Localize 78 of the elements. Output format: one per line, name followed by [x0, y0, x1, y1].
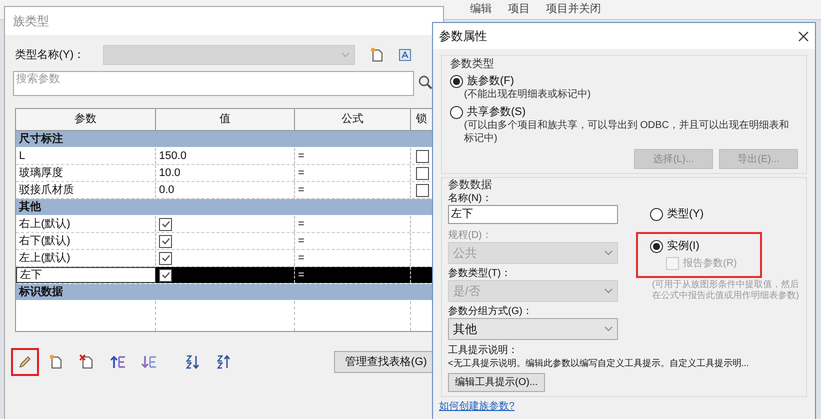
column-header[interactable]: 值 [156, 109, 295, 130]
chevron-down-icon [604, 288, 613, 294]
dropdown[interactable]: 其他 [448, 318, 618, 340]
chevron-down-icon [604, 326, 613, 332]
table-cell: 玻璃厚度 [16, 165, 156, 181]
sort-ascending-icon [184, 354, 200, 370]
radio-button[interactable] [450, 106, 463, 118]
checkbox[interactable] [416, 166, 428, 180]
field-label: 规程(D)： [448, 229, 493, 242]
table-cell: 右下(默认) [16, 233, 156, 249]
radio-label: 共享参数(S) [467, 105, 526, 119]
radio-button[interactable] [450, 74, 463, 88]
field-label: 类型名称(Y)： [15, 48, 86, 63]
toolbar-button[interactable] [11, 348, 39, 376]
search-icon[interactable] [418, 75, 433, 90]
checkbox[interactable] [159, 252, 172, 264]
window-title: 参数属性 [439, 28, 487, 45]
table-cell: L [16, 148, 156, 164]
group-header[interactable]: 标识数据 [16, 284, 435, 301]
field-label: 参数类型(T)： [448, 267, 512, 280]
close-icon[interactable] [798, 30, 809, 42]
new-document-icon [48, 354, 64, 370]
table-cell: 驳接爪材质 [16, 182, 156, 198]
move-up-icon [110, 354, 126, 370]
column-header[interactable]: 参数 [16, 109, 156, 130]
table-cell-text: = [298, 166, 304, 181]
radio-button[interactable] [650, 240, 663, 252]
table-cell-text: 0.0 [159, 182, 174, 198]
tooltip-text: <无工具提示说明。编辑此参数以编写自定义工具提示。自定义工具提示明... [448, 357, 750, 369]
new-document-icon [369, 47, 385, 63]
report-note: (可用于从族图形条件中提取值，然后在公式中报告此值或用作明细表参数) [652, 279, 800, 301]
table-cell-text: = [298, 216, 304, 232]
rename-icon [399, 49, 411, 61]
ribbon-tab[interactable]: 项目 [508, 1, 530, 18]
sort-descending-icon [215, 354, 231, 370]
table-cell: 右上(默认) [16, 216, 156, 232]
table-cell-text: = [298, 268, 304, 283]
table-cell-text: 150.0 [159, 148, 187, 164]
table-cell-text: = [298, 182, 304, 198]
window-title: 族类型 [13, 13, 49, 30]
checkbox[interactable] [159, 234, 172, 248]
field-label: 工具提示说明： [448, 344, 519, 357]
table-cell-text: = [298, 234, 304, 249]
name-field[interactable]: 左下 [448, 205, 618, 224]
ribbon-tab[interactable]: 项目并关闭 [546, 1, 601, 18]
option-note: (不能出现在明细表或标记中) [464, 88, 592, 101]
table-cell-text: = [298, 250, 304, 266]
group-legend: 参数数据 [448, 179, 800, 192]
radio-label: 实例(I) [667, 239, 700, 253]
chevron-down-icon [341, 52, 350, 58]
move-down-icon [141, 354, 157, 370]
chevron-down-icon [604, 250, 613, 256]
column-header[interactable]: 公式 [295, 109, 411, 130]
checkbox[interactable] [416, 150, 428, 162]
ribbon-tab[interactable]: 编辑 [470, 1, 492, 18]
group-header[interactable]: 其他 [16, 199, 435, 216]
table-cell-text: 10.0 [159, 166, 180, 181]
pencil-icon [17, 354, 33, 370]
delete-document-icon [79, 354, 95, 370]
checkbox[interactable] [159, 218, 172, 230]
radio-label: 族参数(F) [467, 74, 514, 88]
group-header[interactable]: 尺寸标注 [16, 131, 435, 148]
checkbox-label: 报告参数(R) [683, 256, 737, 271]
group-legend: 参数类型 [450, 57, 798, 71]
table-cell: 左上(默认) [16, 250, 156, 266]
edit-tooltip-button[interactable]: 编辑工具提示(O)... [448, 373, 545, 392]
help-link[interactable]: 如何创建族参数? [439, 400, 815, 413]
table-cell: 左下 [16, 267, 156, 283]
radio-button[interactable] [650, 208, 663, 220]
table-cell-text: = [298, 148, 304, 164]
checkbox[interactable] [159, 268, 172, 282]
field-label: 参数分组方式(G)： [448, 305, 534, 318]
radio-label: 类型(Y) [667, 207, 704, 221]
checkbox[interactable] [416, 184, 428, 196]
table-row[interactable]: 左下 = [16, 267, 435, 284]
scope-option[interactable]: 类型(Y) [636, 204, 762, 224]
option-note: (可以由多个项目和族共享，可以导出到 ODBC，并且可以出现在明细表和标记中) [464, 119, 790, 145]
field-label: 名称(N)： [448, 192, 493, 205]
